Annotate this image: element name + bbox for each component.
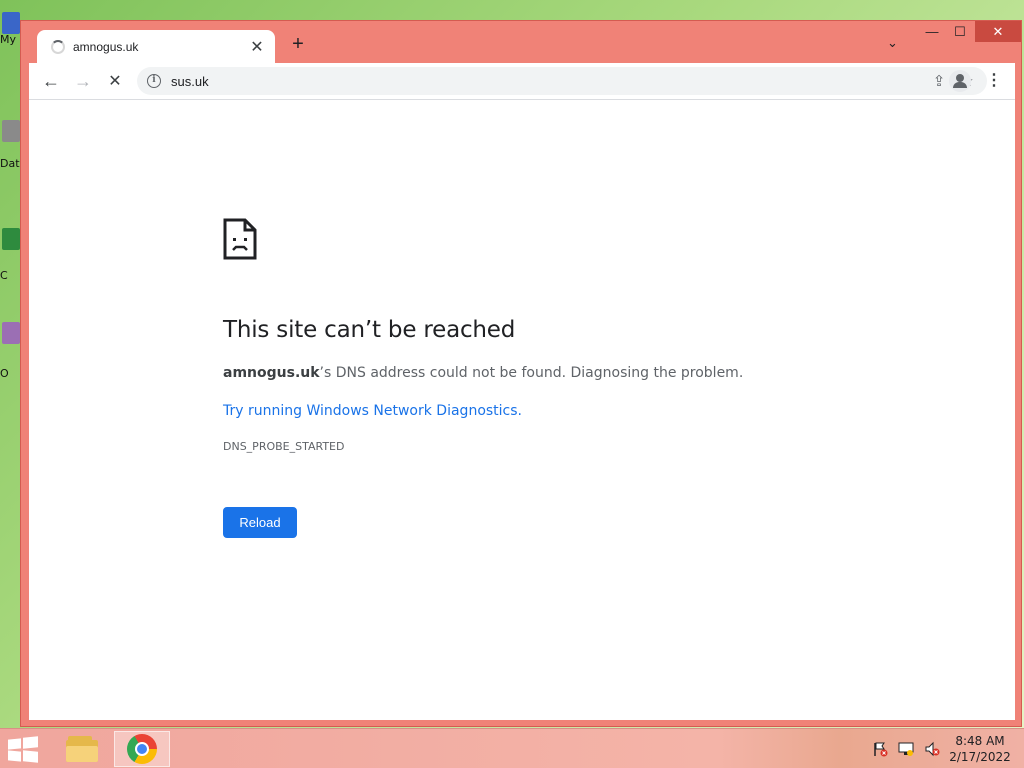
network-icon[interactable] bbox=[898, 741, 914, 757]
desktop-icon-data[interactable]: Dat bbox=[0, 120, 22, 170]
flag-icon[interactable] bbox=[872, 741, 888, 757]
tab-amnogus[interactable]: amnogus.uk ✕ bbox=[37, 30, 275, 63]
tab-title: amnogus.uk bbox=[73, 39, 139, 54]
minimize-button[interactable]: — bbox=[919, 21, 945, 42]
forward-button[interactable]: → bbox=[67, 65, 99, 97]
file-icon bbox=[2, 120, 20, 142]
stop-loading-button[interactable]: ✕ bbox=[99, 65, 131, 97]
computer-icon bbox=[2, 12, 20, 34]
error-title: This site can’t be reached bbox=[223, 317, 516, 343]
error-description: amnogus.uk’s DNS address could not be fo… bbox=[223, 365, 823, 381]
new-tab-button[interactable]: + bbox=[287, 33, 309, 55]
taskbar-file-explorer[interactable] bbox=[54, 731, 110, 767]
clock-time: 8:48 AM bbox=[955, 734, 1005, 748]
desktop-icon-c[interactable]: C bbox=[0, 228, 22, 282]
error-description-text: ’s DNS address could not be found. Diagn… bbox=[319, 365, 744, 381]
taskbar-chrome[interactable] bbox=[114, 731, 170, 767]
back-button[interactable]: ← bbox=[35, 65, 67, 97]
profile-avatar-icon[interactable] bbox=[949, 70, 971, 92]
loading-spinner-icon bbox=[51, 39, 65, 54]
chrome-icon bbox=[127, 734, 157, 764]
browser-toolbar: ← → ✕ i sus.uk ⇪ ☆ ⋮ bbox=[29, 63, 1015, 99]
app-icon bbox=[2, 228, 20, 250]
desktop-icon-label: C bbox=[0, 269, 8, 282]
browser-window: amnogus.uk ✕ + ⌄ — ☐ ✕ ← → ✕ i sus.uk ⇪ … bbox=[20, 20, 1022, 727]
url-text[interactable]: sus.uk bbox=[171, 74, 925, 89]
tab-search-chevron-icon[interactable]: ⌄ bbox=[887, 35, 898, 51]
desktop-icon-label: Dat bbox=[0, 157, 20, 170]
site-info-icon[interactable]: i bbox=[147, 74, 161, 88]
address-bar[interactable]: i sus.uk ⇪ ☆ bbox=[137, 67, 987, 95]
app-icon bbox=[2, 322, 20, 344]
tab-close-icon[interactable]: ✕ bbox=[249, 37, 265, 57]
sad-document-icon bbox=[223, 218, 257, 260]
browser-menu-icon[interactable]: ⋮ bbox=[981, 68, 1007, 94]
desktop-icon-label: My bbox=[0, 33, 17, 46]
desktop-icon-o[interactable]: O bbox=[0, 322, 22, 380]
desktop-icon-label: O bbox=[0, 367, 9, 380]
close-window-button[interactable]: ✕ bbox=[975, 21, 1021, 42]
windows-start-icon[interactable] bbox=[8, 736, 38, 763]
volume-muted-icon[interactable] bbox=[924, 741, 940, 757]
system-clock[interactable]: 8:48 AM 2/17/2022 bbox=[944, 733, 1016, 765]
reload-button[interactable]: Reload bbox=[223, 507, 297, 538]
taskbar: 8:48 AM 2/17/2022 bbox=[0, 728, 1024, 768]
desktop-icon-my-computer[interactable]: My bbox=[0, 12, 22, 46]
network-diagnostics-link[interactable]: Try running Windows Network Diagnostics. bbox=[223, 403, 522, 419]
maximize-button[interactable]: ☐ bbox=[947, 21, 973, 42]
folder-icon bbox=[66, 736, 98, 762]
clock-date: 2/17/2022 bbox=[949, 750, 1011, 764]
error-container: This site can’t be reached amnogus.uk’s … bbox=[223, 218, 823, 538]
error-code: DNS_PROBE_STARTED bbox=[223, 440, 345, 453]
page-content: This site can’t be reached amnogus.uk’s … bbox=[29, 99, 1015, 720]
error-domain: amnogus.uk bbox=[223, 365, 320, 381]
system-tray bbox=[872, 741, 940, 757]
tab-strip: amnogus.uk ✕ + ⌄ — ☐ ✕ bbox=[21, 21, 1021, 63]
